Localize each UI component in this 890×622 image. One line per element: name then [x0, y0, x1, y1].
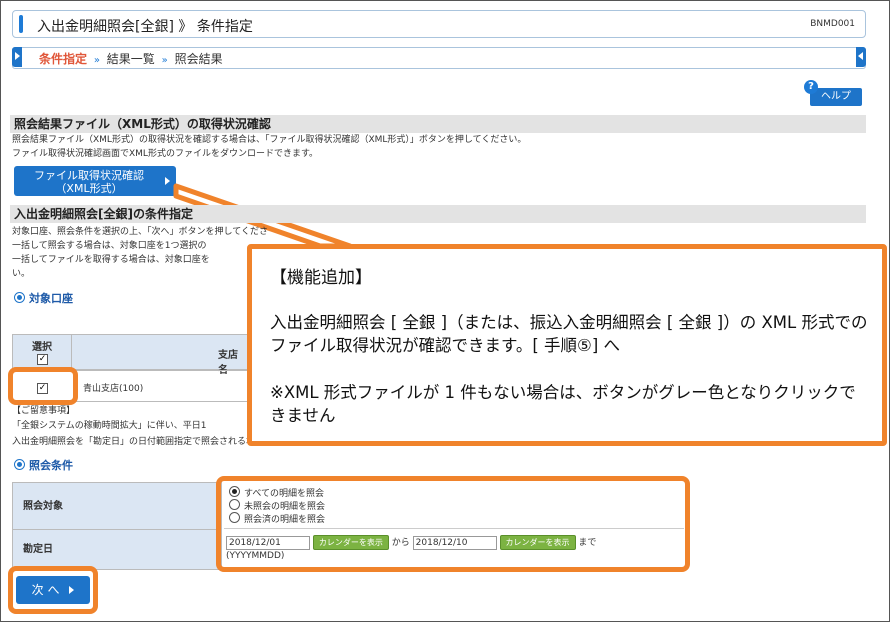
breadcrumb: 条件指定 » 結果一覧 » 照会結果 — [12, 47, 866, 69]
col-select-label: 選択 — [32, 342, 52, 353]
date-range-row: 2018/12/01 カレンダーを表示 から 2018/12/10 カレンダーを… — [226, 535, 596, 550]
title-accent — [19, 15, 23, 33]
bullet-icon — [14, 292, 25, 303]
condition-desc4: い。 — [12, 269, 31, 279]
row-select-highlight: ✓ — [8, 367, 78, 405]
next-button-label: 次 へ — [31, 583, 60, 597]
condition-desc2: 一括して照会する場合は、対象口座を1つ選択の — [12, 241, 207, 251]
next-button[interactable]: 次 へ — [16, 576, 90, 604]
xml-section-desc2: ファイル取得状況確認画面でXML形式のファイルをダウンロードできます。 — [12, 149, 319, 159]
breadcrumb-current: 条件指定 — [39, 52, 88, 66]
file-status-button-line1: ファイル取得状況確認 — [34, 169, 144, 182]
condition-desc1: 対象口座、照会条件を選択の上、「次へ」ボタンを押してくださ — [12, 227, 268, 237]
breadcrumb-left-cap — [12, 47, 22, 67]
file-status-button-line2: （XML形式） — [55, 182, 123, 195]
callout-body2: ※XML 形式ファイルが 1 件もない場合は、ボタンがグレー色となりクリックでき… — [270, 383, 856, 425]
target-option-read[interactable]: 照会済の明細を照会 — [229, 512, 325, 527]
breadcrumb-items: 条件指定 » 結果一覧 » 照会結果 — [39, 50, 223, 67]
xml-section-title: 照会結果ファイル（XML形式）の取得状況確認 — [10, 115, 866, 133]
help-label: ヘルプ — [821, 91, 851, 102]
target-label: 照会対象 — [23, 501, 63, 512]
col-select-header: 選択 ✓ — [12, 334, 72, 370]
from-text: から — [391, 538, 410, 548]
chevron-right-icon — [69, 586, 75, 594]
breadcrumb-step2: 結果一覧 — [106, 52, 155, 66]
notes-line1: 「全銀システムの稼動時間拡大」に伴い、平日1 — [12, 421, 207, 431]
cond-divider — [224, 528, 684, 529]
account-heading: 対象口座 — [14, 290, 73, 306]
radio-icon — [229, 512, 240, 523]
date-label-cell: 勘定日 — [12, 530, 222, 570]
bullet-icon — [14, 459, 25, 470]
breadcrumb-separator: » — [93, 55, 100, 66]
date-from-input[interactable]: 2018/12/01 — [226, 535, 310, 550]
notes-heading: 【ご留意事項】 — [12, 406, 76, 416]
select-all-checkbox[interactable]: ✓ — [37, 353, 48, 365]
page-title-bar: 入出金明細照会[全銀] 》 条件指定 BNMD001 — [12, 10, 866, 38]
calendar-from-button[interactable]: カレンダーを表示 — [312, 535, 389, 550]
callout-tag: 【機能追加】 — [270, 268, 372, 288]
help-button[interactable]: ヘルプ — [810, 88, 862, 106]
condition-desc3: 一括してファイルを取得する場合は、対象口座を — [12, 255, 210, 265]
screen-code: BNMD001 — [810, 19, 855, 29]
account-branch-name: 青山支店(100) — [83, 384, 144, 394]
query-conditions-heading: 照会条件 — [14, 457, 73, 473]
breadcrumb-right-cap — [856, 47, 866, 67]
breadcrumb-separator: » — [161, 55, 168, 66]
breadcrumb-step3: 照会結果 — [174, 52, 223, 66]
radio-icon — [229, 499, 240, 510]
xml-section-desc1: 照会結果ファイル（XML形式）の取得状況を確認する場合は、「ファイル取得状況確認… — [12, 135, 527, 145]
help-question-icon[interactable]: ? — [804, 80, 818, 94]
file-status-check-button[interactable]: ファイル取得状況確認 （XML形式） — [14, 166, 176, 196]
callout-body1: 入出金明細照会 [ 全銀 ]（または、振込入金明細照会 [ 全銀 ]）の XML… — [270, 313, 868, 355]
date-to-input[interactable]: 2018/12/10 — [412, 535, 497, 550]
to-text: まで — [578, 538, 597, 548]
condition-section-title: 入出金明細照会[全銀]の条件指定 — [10, 205, 866, 223]
row-select-checkbox[interactable]: ✓ — [37, 382, 48, 394]
radio-icon-selected — [229, 486, 240, 497]
col-branch-header: 支店名 — [72, 334, 248, 376]
target-label-cell: 照会対象 — [12, 482, 222, 530]
page-title: 入出金明細照会[全銀] 》 条件指定 — [37, 19, 253, 35]
date-format-hint: (YYYYMMDD) — [226, 551, 285, 561]
feature-callout: 【機能追加】 入出金明細照会 [ 全銀 ]（または、振込入金明細照会 [ 全銀 … — [247, 244, 887, 446]
date-label: 勘定日 — [23, 544, 53, 555]
calendar-to-button[interactable]: カレンダーを表示 — [499, 535, 576, 550]
